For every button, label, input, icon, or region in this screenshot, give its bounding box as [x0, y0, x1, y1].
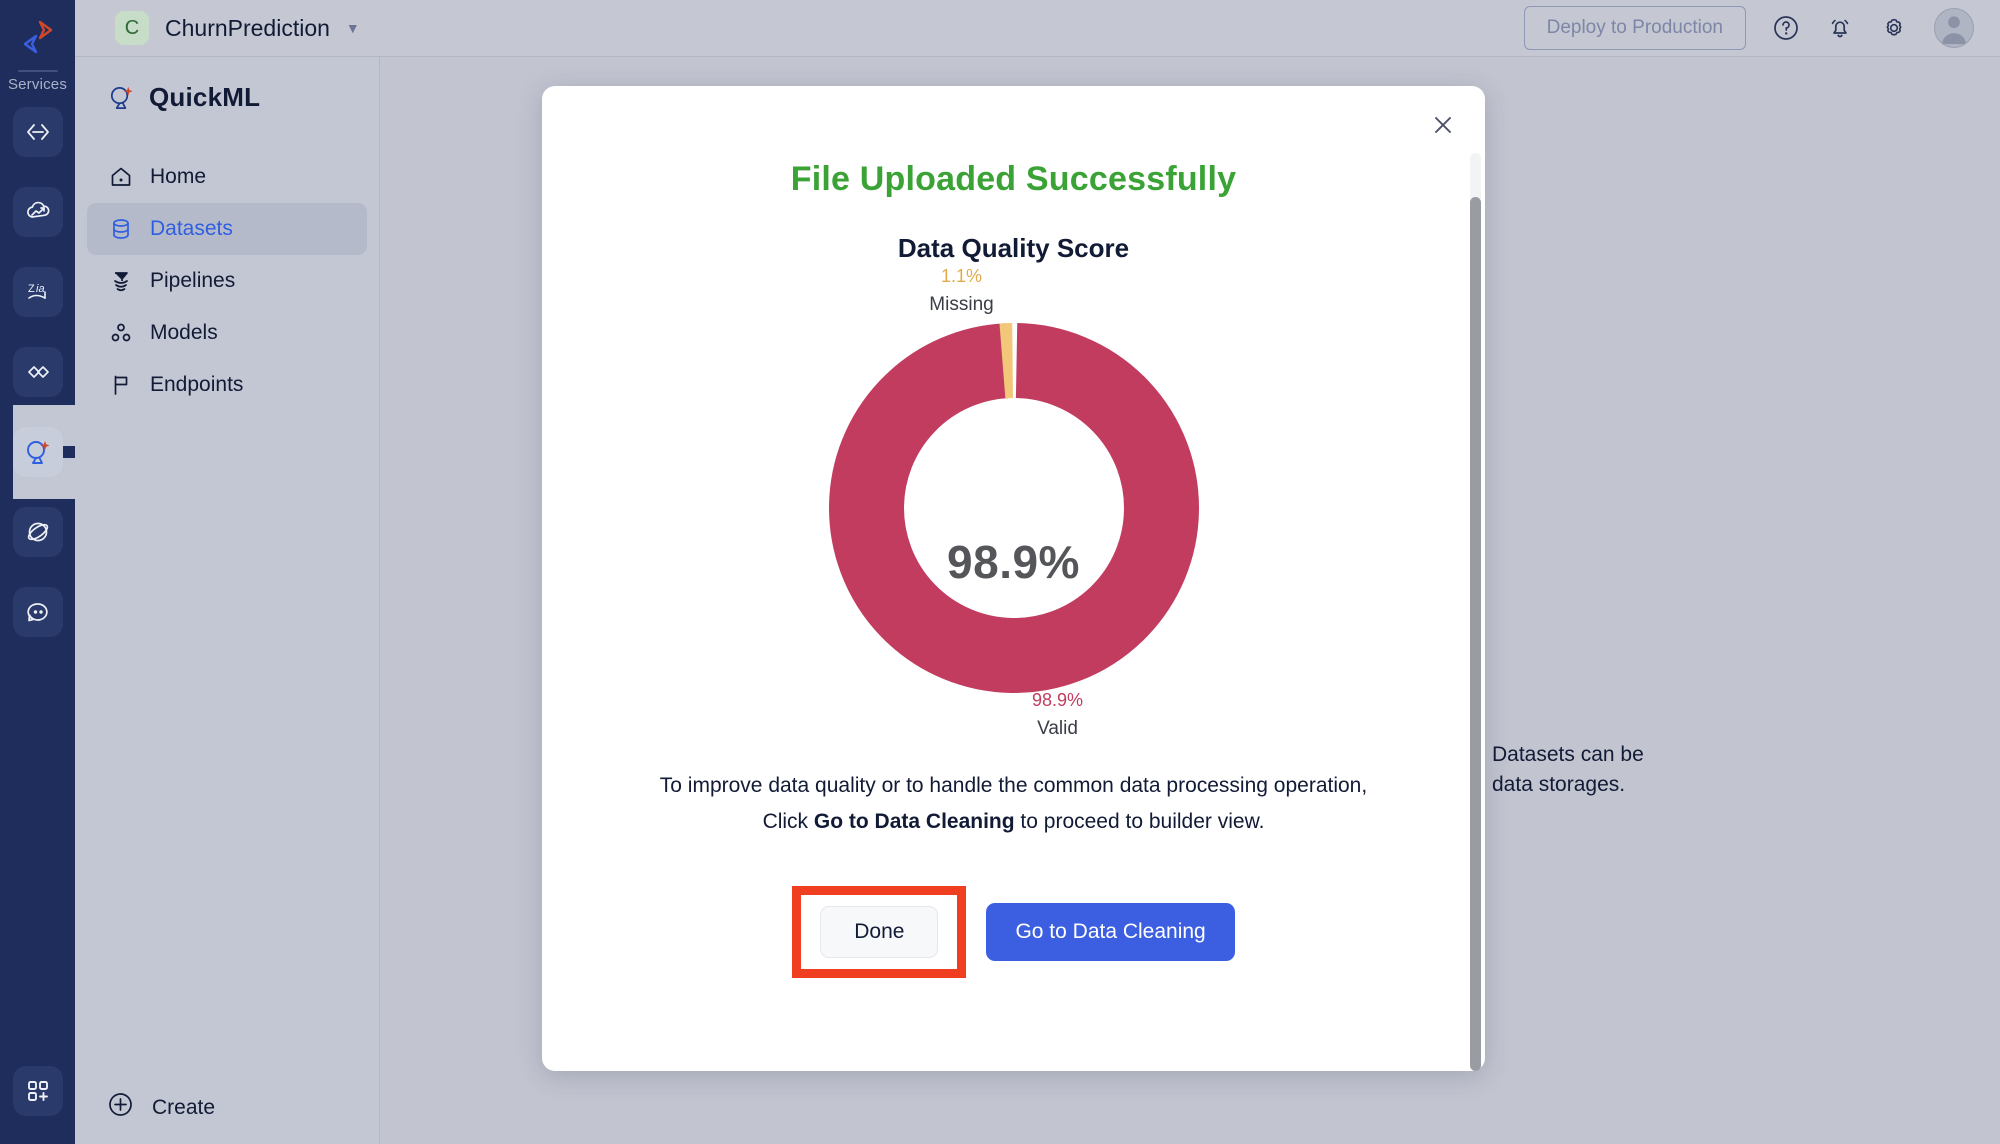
sidebar-item-label: Models	[150, 321, 218, 344]
app-root: Services Z ia C ChurnPrediction ▼ Deploy…	[0, 0, 2000, 1144]
done-button-highlight: Done	[792, 886, 967, 979]
close-icon[interactable]	[1428, 110, 1458, 140]
quickml-label: QuickML	[149, 82, 261, 112]
sidebar-item-label: Datasets	[150, 217, 233, 240]
database-icon	[109, 217, 133, 241]
code-brackets-icon	[26, 124, 49, 140]
create-label: Create	[152, 1095, 216, 1119]
svg-text:Z: Z	[28, 283, 35, 295]
bell-icon[interactable]	[1826, 14, 1854, 42]
rail-services-label: Services	[7, 76, 68, 93]
hint-line-2: data storages.	[1492, 772, 1626, 796]
upload-success-modal: File Uploaded Successfully Data Quality …	[542, 86, 1485, 1071]
service-rail: Services Z ia	[0, 0, 88, 1144]
donut-label-valid: 98.9% Valid	[958, 690, 1158, 740]
sidebar-item-datasets[interactable]: Datasets	[87, 203, 367, 255]
quickml-sparkle-icon	[26, 441, 49, 464]
funnel-icon	[109, 269, 133, 293]
flag-icon	[109, 373, 133, 397]
user-avatar-icon[interactable]	[1934, 8, 1974, 48]
sidebar-item-label: Home	[150, 165, 207, 188]
gear-icon[interactable]	[1880, 14, 1908, 42]
valid-percent: 98.9%	[1031, 690, 1084, 710]
apps-grid-plus-icon	[27, 1081, 48, 1101]
sidebar-item-pipelines[interactable]: Pipelines	[87, 255, 367, 307]
rail-item-support-chat[interactable]	[12, 587, 63, 637]
rail-divider	[17, 70, 58, 72]
body-line-2-post: to proceed to builder view.	[1014, 810, 1265, 834]
valid-name: Valid	[1037, 718, 1078, 739]
body-line-2-pre: Click	[762, 810, 814, 834]
modal-body-copy: To improve data quality or to handle the…	[542, 768, 1485, 840]
modal-action-row: Done Go to Data Cleaning	[542, 886, 1485, 979]
missing-name: Missing	[929, 294, 994, 315]
missing-percent: 1.1%	[940, 266, 983, 286]
quickml-sparkle-icon	[110, 86, 133, 110]
rail-item-zia[interactable]: Z ia	[12, 267, 63, 317]
quickml-brand: QuickML	[75, 57, 379, 113]
datasets-hint: Datasets can be data storages.	[1492, 740, 1644, 800]
orbit-icon	[27, 522, 48, 542]
chevron-down-icon[interactable]: ▼	[346, 20, 360, 36]
rail-item-quickml[interactable]	[12, 405, 88, 499]
rail-item-cloud-scale[interactable]	[12, 187, 63, 237]
rail-item-apps-grid[interactable]	[12, 1066, 63, 1116]
zia-icon: Z ia	[28, 283, 46, 299]
models-nodes-icon	[109, 321, 133, 345]
sidebar-nav: Home Datasets Pipelines Models Endpoints	[75, 151, 379, 411]
sidebar-item-models[interactable]: Models	[87, 307, 367, 359]
project-initial-chip: C	[115, 11, 149, 45]
home-icon	[109, 165, 133, 189]
create-button[interactable]: Create	[75, 1091, 380, 1124]
project-name[interactable]: ChurnPrediction	[165, 15, 330, 42]
question-circle-icon[interactable]	[1772, 14, 1800, 42]
top-bar: C ChurnPrediction ▼ Deploy to Production	[75, 0, 2000, 57]
donut-center-value: 98.9%	[947, 536, 1080, 588]
modal-title: File Uploaded Successfully	[790, 160, 1237, 198]
plus-circle-icon	[107, 1091, 134, 1124]
sidebar-item-label: Pipelines	[150, 269, 236, 292]
body-line-2: Click Go to Data Cleaning to proceed to …	[542, 804, 1485, 840]
rail-item-catalyst-code[interactable]	[12, 107, 63, 157]
data-quality-donut-chart: 1.1% Missing 98.9% 98.9% Valid	[542, 266, 1485, 754]
sidebar-item-label: Endpoints	[150, 373, 244, 396]
chat-bubble-icon	[26, 603, 48, 622]
modal-subtitle: Data Quality Score	[897, 233, 1130, 263]
donut-svg	[828, 323, 1199, 693]
sidebar: QuickML Home Datasets Pipelines Models E…	[75, 57, 380, 1144]
chevrons-icon	[27, 366, 49, 378]
body-line-1: To improve data quality or to handle the…	[659, 774, 1368, 797]
topbar-actions: Deploy to Production	[1523, 6, 2000, 50]
body-line-2-bold: Go to Data Cleaning	[813, 810, 1015, 834]
done-button[interactable]: Done	[820, 906, 939, 959]
deploy-to-production-button[interactable]: Deploy to Production	[1523, 6, 1746, 50]
sidebar-item-home[interactable]: Home	[87, 151, 367, 203]
rail-item-integrations[interactable]	[12, 347, 63, 397]
rail-item-orbit[interactable]	[12, 507, 63, 557]
sidebar-item-endpoints[interactable]: Endpoints	[87, 359, 367, 411]
zoho-logo-icon[interactable]	[11, 10, 65, 64]
go-to-data-cleaning-button[interactable]: Go to Data Cleaning	[986, 903, 1235, 962]
cloud-scale-icon	[26, 201, 49, 218]
hint-line-1: Datasets can be	[1492, 743, 1644, 766]
svg-text:ia: ia	[36, 283, 45, 295]
donut-label-missing: 1.1% Missing	[862, 266, 1062, 316]
